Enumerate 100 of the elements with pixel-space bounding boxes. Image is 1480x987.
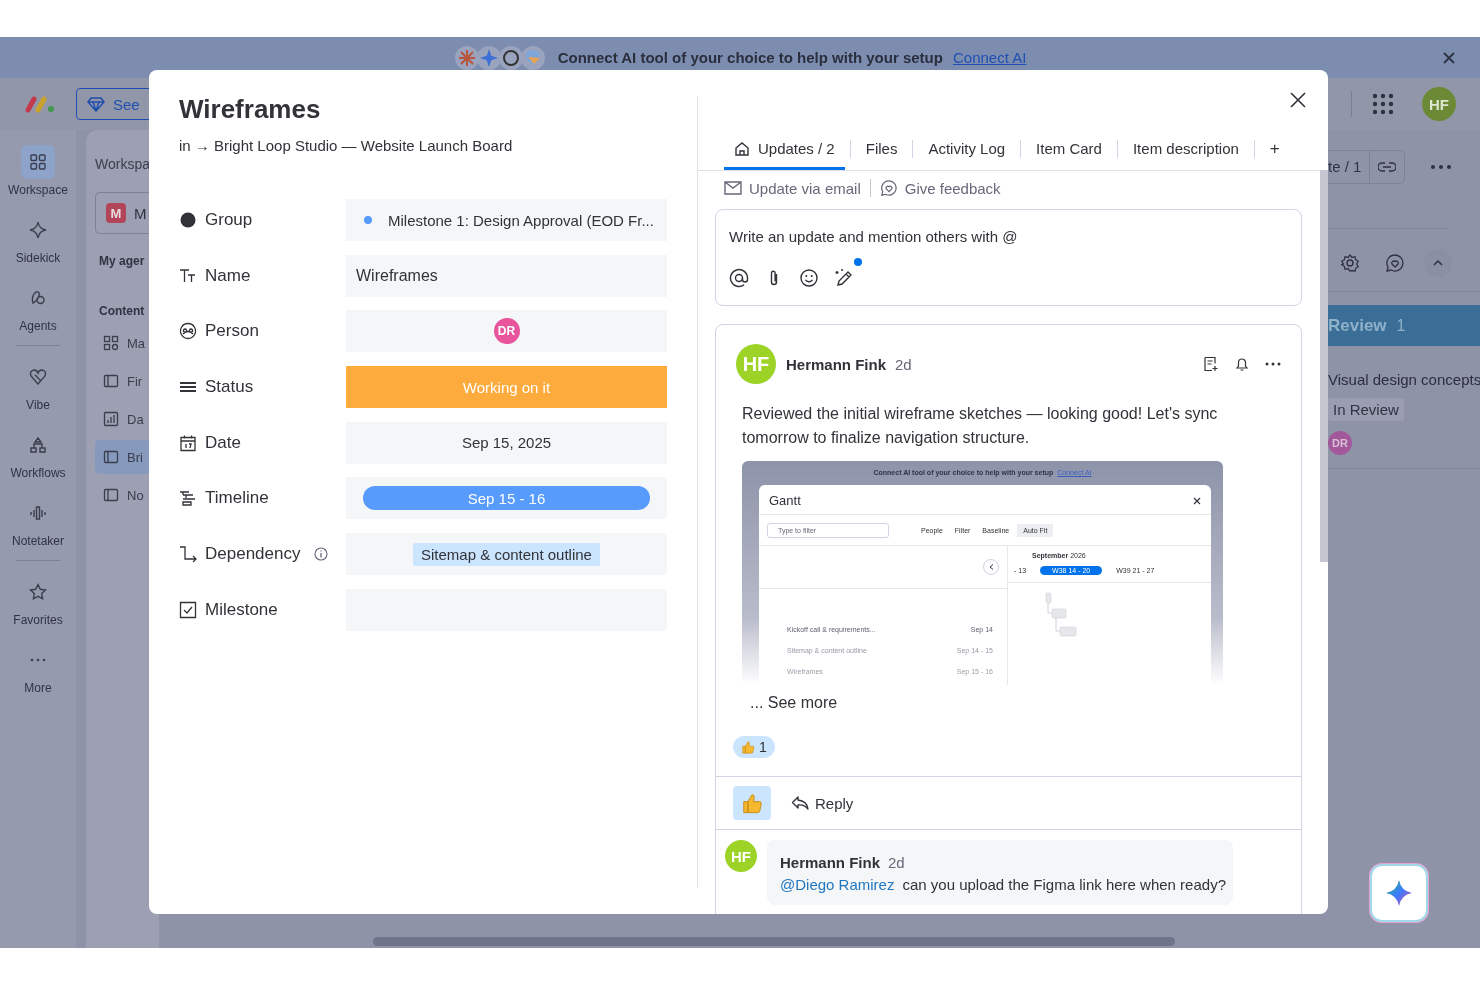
emoji-icon[interactable]	[799, 268, 819, 288]
more-icon	[30, 658, 46, 662]
tab[interactable]: Item Card	[1026, 127, 1112, 170]
dependency-tag[interactable]: Sitemap & content outline	[413, 542, 600, 566]
tab[interactable]: Activity Log	[918, 127, 1016, 170]
update-text: Reviewed the initial wireframe sketches — looking good! Let's sync tomorrow to finalize navigation structure.	[742, 404, 1219, 448]
mention-link[interactable]: @Diego Ramirez	[780, 876, 895, 893]
field-label: Status	[205, 377, 254, 398]
ai-tools-icon	[453, 44, 546, 71]
date-column-icon	[179, 433, 197, 452]
panel-title: Workspa	[95, 156, 151, 174]
grid-icon	[28, 152, 48, 172]
chat-heart-icon	[879, 179, 898, 197]
group-column-icon	[179, 211, 197, 229]
board-list-item[interactable]: Fir	[95, 364, 159, 398]
info-icon[interactable]	[314, 547, 329, 562]
section-heading: My ager	[98, 254, 146, 270]
scrollbar[interactable]	[1320, 170, 1328, 562]
thumbs-up-icon	[741, 792, 763, 814]
tab[interactable]: Files	[855, 127, 908, 170]
user-avatar[interactable]: HF	[1422, 87, 1456, 121]
item-title: Wireframes	[179, 94, 321, 125]
heart-icon	[28, 367, 48, 387]
chat-heart-icon[interactable]	[1385, 253, 1405, 273]
dependency-field[interactable]: Sitemap & content outline	[346, 533, 667, 576]
field-label: Dependency	[205, 544, 301, 565]
board-list-item[interactable]: Da	[95, 402, 159, 436]
item-name-value: Wireframes	[356, 266, 438, 285]
sound-wave-icon	[28, 503, 48, 523]
rail-item[interactable]: Notetaker	[12, 496, 64, 564]
email-action[interactable]: Update via email	[724, 179, 861, 197]
rail-item[interactable]: Sidekick	[15, 213, 61, 281]
add-note-icon[interactable]	[1203, 356, 1219, 372]
board-icon	[103, 449, 119, 465]
text-column-icon	[179, 266, 197, 285]
field-label: Timeline	[205, 488, 269, 509]
date-field[interactable]: Sep 15, 2025	[346, 421, 667, 464]
bell-icon[interactable]	[1234, 356, 1250, 372]
board-icon	[103, 373, 119, 389]
banner-text: Connect AI tool of your choice to help with your setup	[557, 49, 943, 66]
attached-screenshot[interactable]	[742, 461, 1223, 685]
apps-grid-icon[interactable]	[1372, 93, 1394, 115]
author-avatar: HF	[736, 344, 776, 384]
close-icon[interactable]	[1290, 92, 1306, 108]
rail-item[interactable]: Workspace	[8, 145, 68, 213]
feedback-action[interactable]: Give feedback	[879, 179, 1001, 197]
group-count: 1	[1396, 316, 1406, 335]
star-icon	[28, 582, 48, 602]
author-name: Hermann Fink	[786, 355, 887, 373]
field-label: Date	[205, 432, 241, 453]
author-avatar: HF	[725, 840, 757, 872]
close-icon	[1193, 496, 1201, 505]
item-name: Visual design concepts	[1328, 371, 1480, 388]
see-more-link[interactable]: ... See more	[750, 694, 838, 712]
rail-item[interactable]: Workflows	[10, 428, 66, 496]
workspace-name: M	[134, 204, 147, 222]
add-tab-button[interactable]: +	[1259, 127, 1290, 170]
person-field[interactable]: DR	[346, 310, 667, 353]
mention-icon[interactable]	[729, 268, 749, 288]
chart-icon	[103, 411, 119, 427]
section-heading: Content	[98, 304, 146, 320]
group-field[interactable]: Milestone 1: Design Approval (EOD Fr...	[346, 199, 667, 241]
tab[interactable]: Item description	[1122, 127, 1249, 170]
field-label: Person	[205, 321, 259, 342]
tab[interactable]: Updates / 2	[724, 127, 845, 170]
timeline-column-icon	[179, 489, 197, 508]
reply-button[interactable]: Reply	[785, 793, 860, 813]
group-title: Review	[1328, 315, 1387, 336]
group-name: Milestone 1: Design Approval (EOD Fr...	[388, 211, 654, 229]
diamond-icon	[87, 96, 105, 112]
mail-icon	[724, 181, 742, 195]
rail-item[interactable]: Vibe	[21, 360, 55, 428]
text-field[interactable]: Wireframes	[346, 254, 667, 297]
dependency-column-icon	[179, 545, 197, 564]
magic-pen-icon[interactable]	[834, 268, 854, 288]
thumbs-up-icon	[741, 740, 755, 754]
group-header[interactable]: Review 1	[1328, 305, 1480, 346]
status-tag: In Review	[1328, 398, 1404, 421]
rail-item[interactable]: Favorites	[13, 575, 63, 643]
rail-item[interactable]: More	[21, 643, 55, 711]
update-input[interactable]: Write an update and mention others with @	[729, 228, 1288, 245]
workflow-icon	[28, 435, 48, 455]
timeline-field[interactable]: Sep 15 - 16	[346, 477, 667, 520]
more-icon[interactable]	[1265, 362, 1281, 366]
person-avatar: DR	[493, 318, 520, 345]
notification-dot	[854, 258, 862, 266]
scrollbar[interactable]	[373, 937, 1175, 946]
ai-assistant-button[interactable]	[1370, 864, 1428, 922]
rail-item[interactable]: Agents	[19, 281, 57, 349]
breadcrumb: in → Bright Loop Studio — Website Launch Board	[179, 137, 513, 154]
person-column-icon	[179, 322, 197, 341]
board-list-item[interactable]: Ma	[95, 326, 159, 360]
reply-time: 2d	[888, 854, 905, 871]
post-time: 2d	[895, 355, 912, 373]
workspace-avatar: M	[106, 203, 126, 223]
chevron-left-icon	[988, 564, 994, 570]
board-list-item[interactable]: No	[95, 478, 159, 512]
reaction-pill[interactable]: 1	[733, 736, 775, 758]
settings-icon[interactable]	[1340, 253, 1360, 273]
link-icon[interactable]	[1378, 161, 1397, 173]
